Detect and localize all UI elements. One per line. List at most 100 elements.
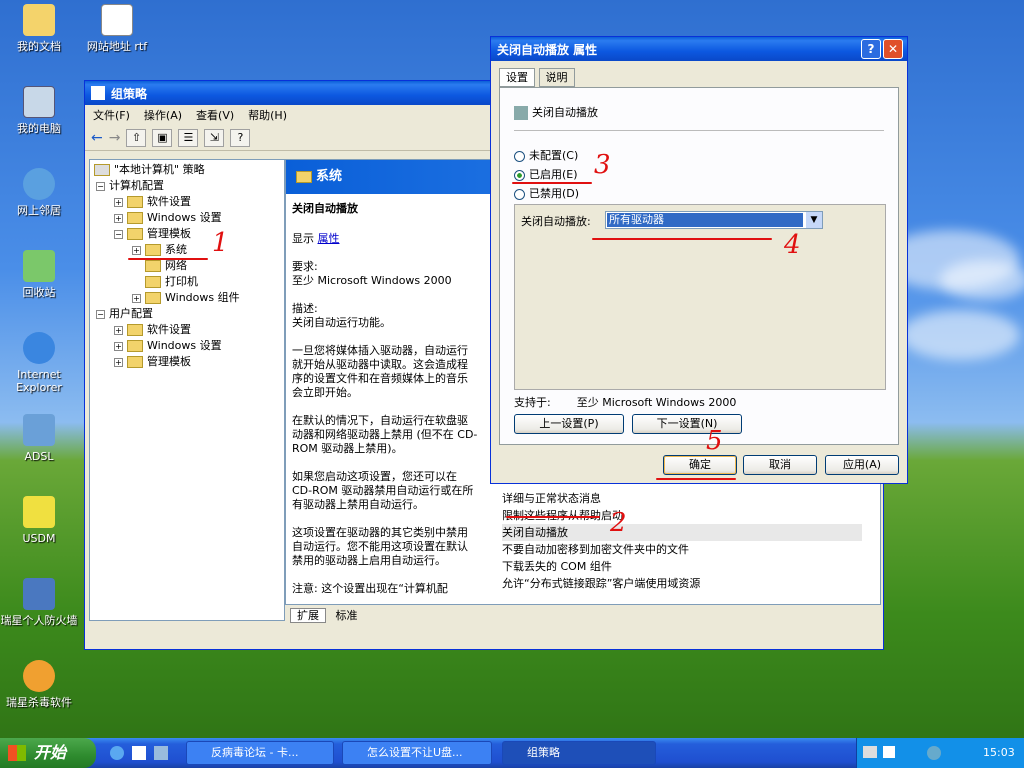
list-item[interactable]: 允许“分布式链接跟踪”客户端使用域资源 xyxy=(502,575,862,592)
tab-explain[interactable]: 说明 xyxy=(538,68,575,87)
desktop-icon-firewall[interactable]: 瑞星个人防火墙 xyxy=(0,578,78,627)
tab-standard[interactable]: 标准 xyxy=(330,609,364,622)
description-panel: 关闭自动播放 显示 属性 要求: 至少 Microsoft Windows 20… xyxy=(292,202,478,595)
back-icon[interactable]: ← xyxy=(91,130,103,146)
radio-disabled[interactable]: 已禁用(D) xyxy=(514,184,579,203)
desktop-icon-network[interactable]: 网上邻居 xyxy=(0,168,78,217)
expand-icon[interactable]: + xyxy=(132,293,141,303)
tree-windows-settings[interactable]: + Windows 设置 xyxy=(114,210,222,226)
start-button[interactable]: 开始 xyxy=(0,738,96,768)
tab-settings[interactable]: 设置 xyxy=(499,68,535,87)
expand-icon[interactable]: + xyxy=(132,245,141,255)
expand-icon[interactable]: + xyxy=(114,213,123,223)
annotation-2: 2 xyxy=(610,508,627,538)
tree-user-config[interactable]: − 用户配置 xyxy=(96,306,153,322)
list-item-selected[interactable]: 关闭自动播放 xyxy=(502,524,862,541)
ie-quicklaunch-icon[interactable] xyxy=(110,746,124,760)
tree-user-windows[interactable]: + Windows 设置 xyxy=(114,338,222,354)
policy-list: 详细与正常状态消息 限制这些程序从帮助启动 关闭自动播放 不要自动加密移到加密文… xyxy=(502,490,862,592)
internet-explorer-icon xyxy=(23,332,55,364)
network-icon xyxy=(23,168,55,200)
tree-root[interactable]: "本地计算机" 策略 xyxy=(94,162,205,178)
word-quicklaunch-icon[interactable] xyxy=(132,746,146,760)
properties-link[interactable]: 属性 xyxy=(318,232,340,245)
keyboard-icon[interactable] xyxy=(863,746,877,758)
menu-action[interactable]: 操作(A) xyxy=(144,107,182,123)
dialog-body: 关闭自动播放 未配置(C) 已启用(E) 已禁用(D) 关闭自动播放: 所有驱动… xyxy=(499,87,899,445)
properties-icon[interactable]: ☰ xyxy=(178,128,199,147)
desktop-icon-antivirus[interactable]: 瑞星杀毒软件 xyxy=(0,660,78,709)
policy-icon xyxy=(514,106,528,120)
folder-icon xyxy=(127,340,143,352)
option-box: 关闭自动播放: 所有驱动器 ▼ xyxy=(514,204,886,390)
help-tray-icon[interactable] xyxy=(883,746,895,758)
folder-icon xyxy=(145,260,161,272)
next-setting-button[interactable]: 下一设置(N) xyxy=(632,414,742,434)
firewall-icon xyxy=(23,578,55,610)
help-button[interactable]: ? xyxy=(861,39,881,59)
tree-user-admin[interactable]: + 管理模板 xyxy=(114,354,191,370)
tree-system[interactable]: + 系统 xyxy=(132,242,187,258)
tree-user-software[interactable]: + 软件设置 xyxy=(114,322,191,338)
tree-windows-components[interactable]: + Windows 组件 xyxy=(132,290,240,306)
task-usb[interactable]: 怎么设置不让U盘... xyxy=(342,741,492,765)
apply-button[interactable]: 应用(A) xyxy=(825,455,899,475)
list-item[interactable]: 下载丢失的 COM 组件 xyxy=(502,558,862,575)
windows-logo-icon xyxy=(8,745,26,761)
expand-icon[interactable]: + xyxy=(114,325,123,335)
expand-icon[interactable]: + xyxy=(114,341,123,351)
prev-setting-button[interactable]: 上一设置(P) xyxy=(514,414,624,434)
help-icon[interactable]: ? xyxy=(230,128,251,147)
usdm-icon xyxy=(23,496,55,528)
show-tree-icon[interactable]: ▣ xyxy=(152,128,173,147)
desktop-quicklaunch-icon[interactable] xyxy=(154,746,168,760)
annotation-3: 3 xyxy=(594,150,611,180)
recycle-bin-icon xyxy=(23,250,55,282)
expand-icon[interactable]: + xyxy=(114,197,123,207)
desktop-icon-rtf[interactable]: 网站地址 rtf xyxy=(78,4,156,53)
gp-app-icon xyxy=(91,86,105,100)
annotation-underline xyxy=(656,478,736,480)
policy-icon xyxy=(94,164,110,176)
menu-file[interactable]: 文件(F) xyxy=(93,107,130,123)
network-tray-icon[interactable] xyxy=(927,746,941,760)
policy-tree: "本地计算机" 策略 − 计算机配置 + 软件设置 + Windows 设置 − 管理模… xyxy=(89,159,285,621)
forward-icon[interactable]: → xyxy=(109,130,121,146)
folder-icon xyxy=(127,196,143,208)
collapse-icon[interactable]: − xyxy=(96,181,105,191)
desktop-icon-recycle-bin[interactable]: 回收站 xyxy=(0,250,78,299)
up-icon[interactable]: ⇧ xyxy=(126,128,147,147)
desktop-icon-my-documents[interactable]: 我的文档 xyxy=(0,4,78,53)
properties-dialog: 关闭自动播放 属性 ? ✕ 设置 说明 关闭自动播放 未配置(C) 已启用(E)… xyxy=(490,36,908,484)
menu-help[interactable]: 帮助(H) xyxy=(248,107,287,123)
dialog-tabs: 设置 说明 xyxy=(499,68,575,87)
computer-icon xyxy=(23,86,55,118)
close-button[interactable]: ✕ xyxy=(883,39,903,59)
expand-icon[interactable]: + xyxy=(114,357,123,367)
tree-printers[interactable]: 打印机 xyxy=(145,274,198,290)
tree-computer-config[interactable]: − 计算机配置 xyxy=(96,178,164,194)
desktop-icon-usdm[interactable]: USDM xyxy=(0,496,78,545)
tab-extended[interactable]: 扩展 xyxy=(290,608,326,623)
ok-button[interactable]: 确定 xyxy=(663,455,737,475)
cancel-button[interactable]: 取消 xyxy=(743,455,817,475)
tree-software-settings[interactable]: + 软件设置 xyxy=(114,194,191,210)
folder-icon xyxy=(127,324,143,336)
tree-admin-templates[interactable]: − 管理模板 xyxy=(114,226,191,242)
task-group-policy[interactable]: 组策略 xyxy=(502,741,656,765)
export-icon[interactable]: ⇲ xyxy=(204,128,225,147)
menu-view[interactable]: 查看(V) xyxy=(196,107,234,123)
task-forum[interactable]: 反病毒论坛 - 卡... xyxy=(186,741,334,765)
list-item[interactable]: 详细与正常状态消息 xyxy=(502,490,862,507)
radio-not-configured[interactable]: 未配置(C) xyxy=(514,146,579,165)
tree-network[interactable]: 网络 xyxy=(145,258,187,274)
list-item[interactable]: 不要自动加密移到加密文件夹中的文件 xyxy=(502,541,862,558)
collapse-icon[interactable]: − xyxy=(114,229,123,239)
chevron-down-icon[interactable]: ▼ xyxy=(806,212,822,228)
folder-icon xyxy=(296,170,312,183)
drive-select[interactable]: 所有驱动器 ▼ xyxy=(605,211,823,229)
desktop-icon-adsl[interactable]: ADSL xyxy=(0,414,78,463)
collapse-icon[interactable]: − xyxy=(96,309,105,319)
desktop-icon-ie[interactable]: Internet Explorer xyxy=(0,332,78,394)
desktop-icon-my-computer[interactable]: 我的电脑 xyxy=(0,86,78,135)
